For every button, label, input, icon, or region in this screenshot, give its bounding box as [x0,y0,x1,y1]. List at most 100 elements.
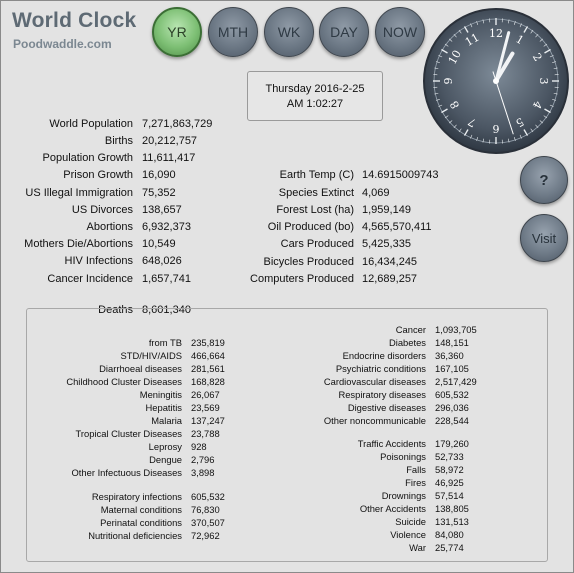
death-row-label: Dengue [149,454,182,465]
death-row-value: 605,532 [435,389,469,400]
stat-row-value: 5,425,335 [362,238,411,250]
death-row-label: Nutritional deficiencies [88,530,182,541]
stat-row-label: Abortions [86,221,133,233]
death-row-value: 1,093,705 [435,324,477,335]
stat-row-value: 138,657 [142,204,182,216]
analog-clock: 12 1234567891011 [423,8,569,154]
clock-numeral: 9 [442,78,455,85]
death-row-value: 235,819 [191,337,225,348]
death-row-value: 58,972 [435,464,464,475]
death-row-label: Tropical Cluster Diseases [75,428,182,439]
death-row-value: 36,360 [435,350,464,361]
stat-row-label: Cars Produced [280,238,354,250]
death-row-label: from TB [148,337,182,348]
nav-button-now[interactable]: NOW [375,7,425,57]
stat-row-value: 6,932,373 [142,221,191,233]
death-row-label: Diarrhoeal diseases [99,363,182,374]
stat-row-label: World Population [49,118,133,130]
death-row-label: Fires [405,477,426,488]
stat-row-label: Computers Produced [250,273,354,285]
stat-row-label: Bicycles Produced [263,256,355,268]
death-row-label: Hepatitis [145,402,182,413]
help-button[interactable]: ? [520,156,568,204]
death-row-label: Violence [390,529,426,540]
date-time-display: Thursday 2016-2-25 AM 1:02:27 [247,71,383,121]
death-row-label: Digestive diseases [347,402,426,413]
death-row-value: 466,664 [191,350,225,361]
stat-row-label: Earth Temp (C) [279,169,354,181]
death-row-label: Drownings [381,490,426,501]
nav-button-year[interactable]: YR [152,7,202,57]
death-row-value: 57,514 [435,490,464,501]
stat-row-value: 11,611,417 [142,152,196,164]
death-row-value: 23,569 [191,402,220,413]
stat-row-label: HIV Infections [64,255,133,267]
stat-row-label: US Divorces [71,204,133,216]
death-row-value: 23,788 [191,428,220,439]
stat-row-value: 20,212,757 [142,135,198,147]
stat-row-value: 14.6915009743 [362,169,439,181]
death-row-label: Diabetes [388,337,426,348]
nav-button-month[interactable]: MTH [208,7,258,57]
death-row-label: Maternal conditions [100,504,182,515]
death-row-value: 2,796 [191,454,215,465]
time-text: AM 1:02:27 [286,98,344,110]
death-row-value: 370,507 [191,517,225,528]
death-row-value: 605,532 [191,491,225,502]
stat-row-value: 4,565,570,411 [362,221,432,233]
stat-row-value: 12,689,257 [362,273,418,285]
death-row-value: 167,105 [435,363,469,374]
stat-row-value: 4,069 [362,187,390,199]
death-row-value: 138,805 [435,503,469,514]
death-row-label: Poisonings [380,451,426,462]
clock-center-pin [493,78,499,84]
death-row-value: 26,067 [191,389,220,400]
death-row-label: Childhood Cluster Diseases [66,376,182,387]
death-row-label: Leprosy [148,441,182,452]
death-row-label: Cardiovascular diseases [323,376,426,387]
death-row-value: 2,517,429 [435,376,477,387]
death-row-value: 148,151 [435,337,469,348]
site-name-link[interactable]: Poodwaddle.com [13,37,112,51]
death-row-label: Perinatal conditions [100,517,182,528]
clock-numeral: 3 [537,78,550,85]
death-row-label: Endocrine disorders [342,350,426,361]
nav-button-day[interactable]: DAY [319,7,369,57]
stat-row-value: 16,434,245 [362,256,418,268]
clock-numeral: 12 [489,27,503,40]
death-row-label: Meningitis [139,389,182,400]
stat-row-value: 16,090 [142,169,176,181]
visit-button[interactable]: Visit [520,214,568,262]
stat-row-value: 1,959,149 [362,204,411,216]
death-row-label: Respiratory infections [91,491,182,502]
stat-row-value: 7,271,863,729 [142,118,213,130]
stat-row-label: Species Extinct [278,187,354,199]
death-row-label: STD/HIV/AIDS [120,350,182,361]
app-title: World Clock [12,9,137,32]
death-row-value: 84,080 [435,529,464,540]
death-row-label: Other Infectuous Diseases [71,467,182,478]
stat-row-label: Population Growth [42,152,134,164]
death-row-value: 72,962 [191,530,220,541]
death-row-value: 131,513 [435,516,469,527]
death-row-label: Cancer [395,324,426,335]
death-row-label: Respiratory diseases [338,389,426,400]
death-row-value: 928 [191,441,207,452]
stat-row-label: Mothers Die/Abortions [24,238,133,250]
stat-row-label: US Illegal Immigration [25,187,133,199]
death-row-label: Psychiatric conditions [335,363,426,374]
stat-row-value: 1,657,741 [142,273,191,285]
stat-row-label: Prison Growth [63,169,133,181]
death-row-value: 76,830 [191,504,220,515]
death-row-label: Other Accidents [359,503,426,514]
death-row-value: 3,898 [191,467,215,478]
world-clock-panel: World Clock Poodwaddle.com YR MTH WK DAY NOW Th… [0,0,574,573]
nav-button-week[interactable]: WK [264,7,314,57]
death-row-label: Other noncommunicable [323,415,426,426]
death-row-label: Malaria [151,415,182,426]
stat-row-label: Cancer Incidence [47,273,133,285]
death-row-label: Suicide [395,516,426,527]
stat-row-label: Oil Produced (bo) [267,221,354,233]
death-row-value: 52,733 [435,451,464,462]
stat-row-value: 648,026 [142,255,182,267]
